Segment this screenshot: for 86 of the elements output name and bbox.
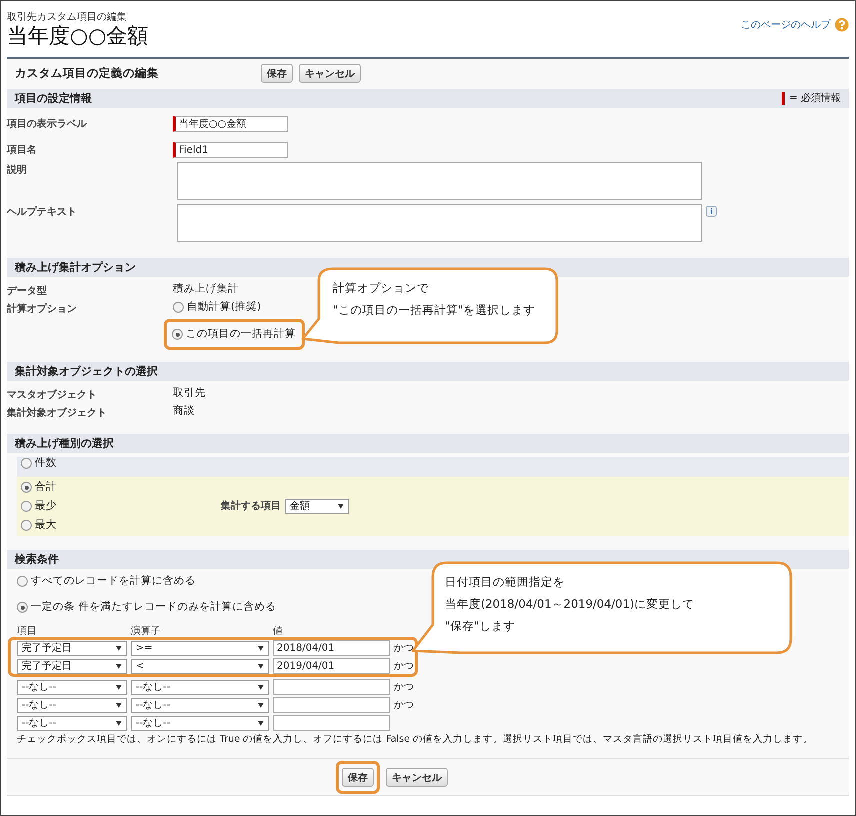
text-field[interactable]: Field1 — [173, 142, 288, 158]
cancel-button[interactable]: キャンセル — [299, 64, 361, 82]
caret-icon — [116, 646, 122, 650]
radio-option[interactable]: 自動計算(推奨) — [173, 301, 262, 314]
operator-dropdown[interactable]: < — [131, 658, 269, 674]
section-title: 集計対象オブジェクトの選択 — [15, 365, 158, 378]
radio-option[interactable]: 最大 — [21, 519, 57, 532]
value-field[interactable]: 2019/04/01 — [273, 658, 390, 674]
operator-dropdown[interactable]: --なし-- — [131, 716, 269, 730]
breadcrumb: 取引先カスタム項目の編集 — [7, 11, 128, 24]
radio-button[interactable] — [21, 501, 32, 512]
field-dropdown[interactable]: --なし-- — [17, 698, 127, 712]
field-value: 商談 — [173, 405, 195, 418]
field-label: 項目の表示ラベル — [7, 118, 87, 131]
page-title: 当年度○○金額 — [7, 24, 149, 48]
field-label: 集計対象オブジェクト — [7, 406, 107, 420]
dropdown[interactable]: 金額 — [285, 499, 349, 514]
radio-button[interactable] — [17, 602, 28, 613]
radio-button[interactable] — [21, 482, 32, 493]
text-field[interactable]: 当年度○○金額 — [173, 116, 288, 132]
field-label: データ型 — [7, 284, 47, 298]
caret-icon — [258, 646, 264, 650]
column-header: 値 — [273, 626, 284, 637]
conjunction-label: かつ — [394, 642, 415, 654]
section-title: 積み上げ種別の選択 — [15, 437, 114, 450]
help-note: チェックボックス項目では、オンにするには True の値を入力し、オフにするには False の値を入力します。選択リスト項目では、マスタ言語の選択リスト項目値を入力します。 — [17, 733, 814, 746]
panel-title: カスタム項目の定義の編集 — [15, 66, 160, 80]
operator-dropdown[interactable]: --なし-- — [131, 680, 269, 694]
caret-icon — [116, 720, 122, 726]
field-dropdown[interactable]: --なし-- — [17, 716, 127, 730]
field-label: 集計する項目 — [221, 500, 281, 513]
radio-option[interactable]: 件数 — [21, 457, 57, 470]
help-link[interactable]: このページのヘルプ — [741, 17, 849, 33]
value-field[interactable]: 2018/04/01 — [273, 640, 390, 656]
info-icon[interactable] — [706, 206, 717, 217]
operator-dropdown[interactable]: >= — [131, 640, 269, 656]
caret-icon — [258, 684, 264, 690]
column-header: 項目 — [17, 626, 38, 637]
caret-icon — [338, 504, 344, 509]
field-label: ヘルプテキスト — [7, 205, 77, 219]
radio-button[interactable] — [21, 458, 32, 469]
save-button[interactable]: 保存 — [261, 64, 293, 82]
radio-option[interactable]: すべてのレコードを計算に含める — [17, 575, 196, 588]
field-label: 計算オプション — [7, 302, 77, 316]
column-header: 演算子 — [131, 626, 162, 637]
radio-button[interactable] — [21, 520, 32, 531]
caret-icon — [116, 664, 122, 668]
value-field[interactable] — [273, 715, 390, 731]
caret-icon — [116, 684, 122, 690]
caret-icon — [258, 664, 264, 668]
cancel-button[interactable]: キャンセル — [386, 768, 448, 786]
conjunction-label: かつ — [394, 698, 415, 712]
text-area[interactable] — [177, 204, 702, 242]
field-label: 項目名 — [7, 144, 37, 157]
section-title: 積み上げ集計オプション — [15, 261, 136, 274]
callout-text: 計算オプションで "この項目の一括再計算"を選択します — [333, 280, 536, 319]
radio-button[interactable] — [172, 329, 183, 340]
radio-button[interactable] — [17, 576, 28, 587]
value-field[interactable] — [273, 679, 390, 695]
field-label: 説明 — [7, 164, 27, 177]
radio-option[interactable]: 一定の条 件を満たすレコードのみを計算に含める — [17, 601, 276, 614]
required-marker — [782, 92, 786, 105]
conjunction-label: かつ — [394, 680, 415, 694]
section-title: 項目の設定情報 — [15, 92, 92, 105]
field-dropdown[interactable]: 完了予定日 — [17, 658, 127, 674]
text-area[interactable] — [177, 162, 702, 200]
field-dropdown[interactable]: --なし-- — [17, 680, 127, 694]
field-dropdown[interactable]: 完了予定日 — [17, 640, 127, 656]
field-value: 取引先 — [173, 387, 206, 400]
radio-button[interactable] — [173, 302, 184, 313]
callout-text: 日付項目の範囲指定を 当年度(2018/04/01～2019/04/01)に変更して "保存"します — [445, 574, 695, 635]
caret-icon — [258, 702, 264, 708]
help-icon — [835, 18, 849, 32]
legend-text: = 必須情報 — [789, 92, 841, 105]
radio-option[interactable]: 最少 — [21, 500, 57, 513]
radio-option[interactable]: この項目の一括再計算 — [172, 328, 296, 341]
radio-option[interactable]: 合計 — [21, 481, 57, 494]
field-label: マスタオブジェクト — [7, 388, 97, 402]
conjunction-label: かつ — [394, 660, 415, 672]
value-field[interactable] — [273, 697, 390, 713]
field-value: 積み上げ集計 — [173, 283, 239, 296]
operator-dropdown[interactable]: --なし-- — [131, 698, 269, 712]
section-title: 検索条件 — [15, 553, 59, 566]
caret-icon — [258, 720, 264, 726]
save-button[interactable]: 保存 — [342, 768, 374, 786]
caret-icon — [116, 702, 122, 708]
